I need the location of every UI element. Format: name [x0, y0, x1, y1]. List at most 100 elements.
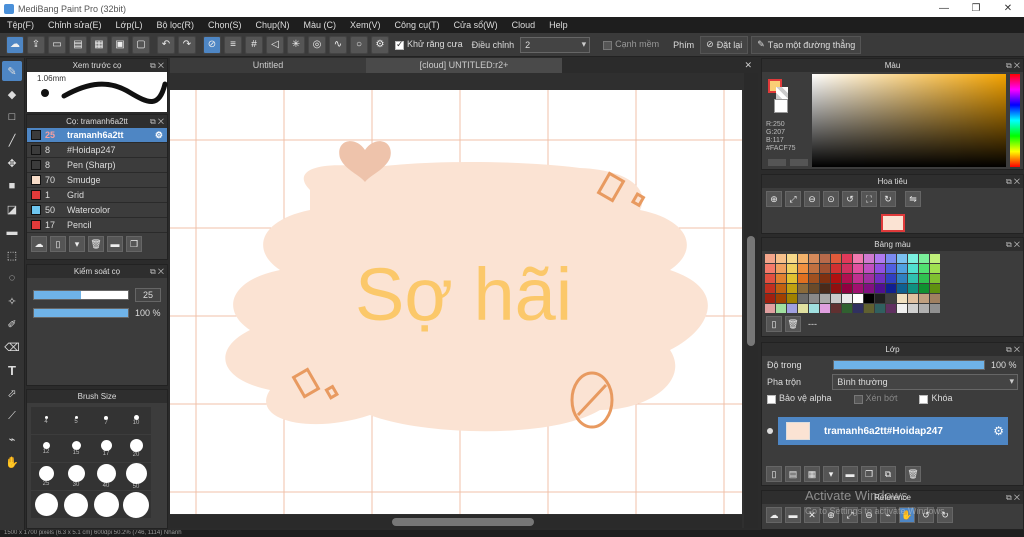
panel-buttons-icon[interactable]: ⧉ ✕: [1006, 491, 1020, 504]
brush-size-cell[interactable]: 17: [91, 435, 121, 462]
palette-swatch[interactable]: [897, 284, 907, 293]
size-slider[interactable]: [33, 290, 129, 300]
lasso-tool-icon[interactable]: ◌: [2, 268, 22, 288]
palette-swatch[interactable]: [798, 304, 808, 313]
palette-swatch[interactable]: [776, 254, 786, 263]
add-layer-menu-icon[interactable]: ▾: [823, 466, 839, 482]
palette-swatch[interactable]: [897, 254, 907, 263]
menu-cloud[interactable]: Cloud: [505, 20, 543, 30]
zoom-out-icon[interactable]: ⊖: [804, 191, 820, 207]
color-mode-icon[interactable]: [768, 159, 786, 166]
panel-buttons-icon[interactable]: ⧉ ✕: [150, 265, 164, 278]
snap-off-icon[interactable]: ⊘: [203, 35, 221, 54]
brush-size-cell[interactable]: 50: [121, 463, 151, 490]
palette-swatch[interactable]: [930, 264, 940, 273]
palette-swatch[interactable]: [919, 294, 929, 303]
reference-open-icon[interactable]: ▬: [785, 507, 801, 523]
undo-icon[interactable]: ↶: [157, 35, 175, 54]
layer-visibility-icon[interactable]: [767, 428, 773, 434]
brush-item[interactable]: 70 Smudge: [27, 173, 167, 188]
correction-select[interactable]: 2: [520, 36, 591, 53]
palette-swatch[interactable]: [765, 284, 775, 293]
zoom-fit-icon[interactable]: ⤢: [785, 191, 801, 207]
protect-alpha-checkbox[interactable]: [767, 394, 776, 404]
new-halftone-layer-icon[interactable]: ▤: [785, 466, 801, 482]
palette-swatch[interactable]: [809, 254, 819, 263]
snap-parallel-icon[interactable]: ≡: [224, 35, 242, 54]
palette-swatch[interactable]: [930, 294, 940, 303]
lock-toggle[interactable]: Khóa: [919, 393, 953, 404]
palette-swatch[interactable]: [875, 264, 885, 273]
brush-size-cell[interactable]: 40: [91, 463, 121, 490]
palette-swatch[interactable]: [765, 274, 775, 283]
dot-tool-icon[interactable]: □: [2, 107, 22, 127]
folder-icon[interactable]: ▬: [107, 236, 123, 252]
snap-grid-icon[interactable]: #: [245, 35, 263, 54]
palette-swatch[interactable]: [886, 294, 896, 303]
tab-untitled[interactable]: Untitled: [170, 58, 366, 73]
palette-swatch[interactable]: [820, 304, 830, 313]
canvas-area[interactable]: Sợ hãi: [170, 73, 758, 528]
panel-buttons-icon[interactable]: ⧉ ✕: [1006, 238, 1020, 251]
layer-item[interactable]: tramanh6a2tt#Hoidap247 ⚙: [778, 417, 1008, 445]
palette-swatch[interactable]: [853, 294, 863, 303]
eyedropper-icon[interactable]: [790, 159, 808, 166]
new-layer-icon[interactable]: ▯: [766, 466, 782, 482]
panel-buttons-icon[interactable]: ⧉ ✕: [150, 115, 164, 128]
grid-icon[interactable]: ▣: [111, 35, 129, 54]
canvas-paper[interactable]: Sợ hãi: [170, 90, 742, 514]
hue-slider[interactable]: [1010, 74, 1020, 167]
straight-line-button[interactable]: ✎ Tạo một đường thẳng: [751, 35, 862, 54]
menu-edit[interactable]: Chỉnh sửa(E): [41, 20, 109, 30]
palette-swatch[interactable]: [897, 294, 907, 303]
palette-swatch[interactable]: [820, 254, 830, 263]
palette-swatch[interactable]: [875, 304, 885, 313]
palette-swatch[interactable]: [919, 264, 929, 273]
maximize-button[interactable]: ❐: [960, 0, 992, 17]
eyedropper-tool-icon[interactable]: ⌁: [2, 429, 22, 449]
opacity-slider[interactable]: [33, 308, 129, 318]
palette-swatch[interactable]: [787, 304, 797, 313]
palette-swatch[interactable]: [875, 274, 885, 283]
palette-swatch[interactable]: [908, 304, 918, 313]
palette-swatch[interactable]: [930, 284, 940, 293]
reference-cloud-icon[interactable]: ☁: [766, 507, 782, 523]
horizontal-scrollbar[interactable]: [170, 515, 742, 528]
antialias-toggle[interactable]: Khử răng cưa: [395, 39, 463, 50]
palette-swatch[interactable]: [831, 254, 841, 263]
palette-swatch[interactable]: [919, 254, 929, 263]
palette-swatch[interactable]: [864, 254, 874, 263]
palette-swatch[interactable]: [798, 264, 808, 273]
palette-swatch[interactable]: [853, 304, 863, 313]
close-button[interactable]: ✕: [992, 0, 1024, 17]
panel-buttons-icon[interactable]: ⧉ ✕: [1006, 343, 1020, 356]
brush-item[interactable]: 1 Grid: [27, 188, 167, 203]
palette-swatch[interactable]: [820, 294, 830, 303]
redo-icon[interactable]: ↷: [178, 35, 196, 54]
palette-swatch[interactable]: [930, 254, 940, 263]
brush-size-cell[interactable]: 15: [61, 435, 91, 462]
palette-swatch[interactable]: [809, 294, 819, 303]
saturation-value-picker[interactable]: [812, 74, 1006, 167]
document-icon[interactable]: ▤: [69, 35, 87, 54]
lock-checkbox[interactable]: [919, 394, 929, 404]
fill-brush-tool-icon[interactable]: ╱: [2, 130, 22, 150]
palette-swatch[interactable]: [864, 284, 874, 293]
brush-size-cell[interactable]: 20: [121, 435, 151, 462]
delete-layer-icon[interactable]: 🗑: [905, 466, 921, 482]
palette-swatch[interactable]: [842, 294, 852, 303]
tab-close-icon[interactable]: ✕: [744, 58, 752, 73]
palette-swatch[interactable]: [776, 274, 786, 283]
vertical-scroll-thumb[interactable]: [747, 236, 755, 346]
palette-swatch[interactable]: [897, 274, 907, 283]
palette-swatch[interactable]: [831, 294, 841, 303]
background-swatch[interactable]: [774, 99, 788, 113]
rotate-left-icon[interactable]: ↺: [842, 191, 858, 207]
palette-swatch[interactable]: [820, 264, 830, 273]
brush-size-cell[interactable]: 25: [31, 463, 61, 490]
hex-value[interactable]: #FACF75: [766, 145, 796, 153]
menu-window[interactable]: Cửa sổ(W): [447, 20, 505, 30]
palette-swatch[interactable]: [853, 284, 863, 293]
palette-swatch[interactable]: [787, 264, 797, 273]
palette-swatch[interactable]: [798, 294, 808, 303]
